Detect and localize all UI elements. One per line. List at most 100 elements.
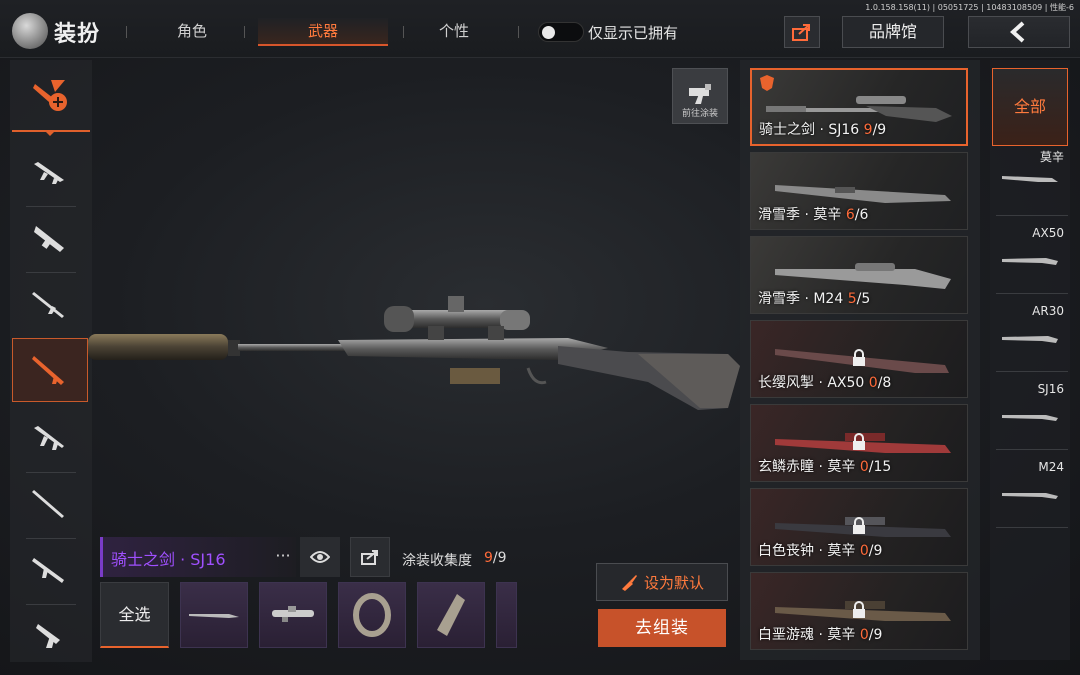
divider	[244, 26, 245, 38]
pistol-icon	[36, 624, 60, 648]
filter-item-ar30[interactable]: AR30	[996, 302, 1068, 372]
stock-part-icon	[437, 594, 465, 636]
divider	[403, 26, 404, 38]
owned-only-label: 仅显示已拥有	[588, 24, 679, 42]
go-paint-label: 前往涂装	[681, 109, 718, 119]
ax50-rifle-icon	[1002, 258, 1058, 265]
sling-part-icon	[353, 593, 391, 637]
part-slot[interactable]	[496, 582, 517, 648]
rifle-icon	[34, 426, 64, 450]
collection-count: 9/9	[484, 550, 507, 566]
sniper-rifle-icon	[32, 356, 64, 385]
filter-label: AX50	[1032, 226, 1064, 240]
filter-item-ax50[interactable]: AX50	[996, 224, 1068, 294]
sidebar-item-pistol[interactable]	[12, 604, 88, 668]
divider	[518, 26, 519, 38]
tab-weapon[interactable]: 武器	[258, 18, 388, 46]
skin-card[interactable]: 白色丧钟 · 莫辛 0/9	[750, 488, 968, 566]
shotgun-icon	[32, 292, 64, 318]
selected-skin-bar: 骑士之剑 · SJ16	[100, 537, 296, 577]
sidebar-item-rifle[interactable]	[12, 406, 88, 470]
lock-icon	[853, 349, 865, 366]
collection-label: 涂装收集度	[402, 553, 472, 569]
filter-label: AR30	[1032, 304, 1064, 318]
tab-character[interactable]: 角色	[140, 18, 244, 46]
part-slot[interactable]	[180, 582, 248, 648]
share-icon	[792, 24, 810, 41]
skin-name: 白垩游魂 · 莫辛 0/9	[758, 627, 883, 643]
weapon-preview[interactable]	[88, 290, 748, 420]
assault-rifle-icon	[34, 162, 64, 184]
skin-card[interactable]: 长缨风掣 · AX50 0/8	[750, 320, 968, 398]
lock-icon	[853, 601, 865, 618]
skin-card[interactable]: 滑雪季 · 莫辛 6/6	[750, 152, 968, 230]
divider	[126, 26, 127, 38]
filter-label: SJ16	[1037, 382, 1064, 396]
lock-icon	[853, 433, 865, 450]
skin-card[interactable]: 滑雪季 · M24 5/5	[750, 236, 968, 314]
active-caret	[44, 130, 56, 136]
skin-name: 骑士之剑 · SJ16 9/9	[759, 122, 887, 138]
brand-hall-button[interactable]: 品牌馆	[842, 16, 944, 48]
tab-personality[interactable]: 个性	[414, 18, 494, 46]
ar30-rifle-icon	[1002, 336, 1058, 343]
filter-item-sj16[interactable]: SJ16	[996, 380, 1068, 450]
marksman-rifle-icon	[32, 490, 64, 518]
weapon-category-sidebar	[10, 60, 92, 662]
set-default-button[interactable]: 设为默认	[596, 563, 728, 601]
skin-name: 玄鳞赤瞳 · 莫辛 0/15	[758, 459, 892, 475]
filter-item-mosin[interactable]: 莫辛	[996, 146, 1068, 216]
spray-paint-icon	[689, 84, 711, 104]
eye-icon	[310, 551, 330, 563]
skin-name: 白色丧钟 · 莫辛 0/9	[758, 543, 883, 559]
skin-card[interactable]: 玄鳞赤瞳 · 莫辛 0/15	[750, 404, 968, 482]
filter-all[interactable]: 全部	[992, 68, 1068, 146]
m24-rifle-icon	[1002, 493, 1058, 499]
set-default-label: 设为默认	[643, 573, 704, 592]
scope-part-icon	[272, 606, 314, 622]
skin-card[interactable]: 白垩游魂 · 莫辛 0/9	[750, 572, 968, 650]
skin-name: 滑雪季 · M24 5/5	[758, 291, 871, 307]
sidebar-item-marksman[interactable]	[12, 472, 88, 536]
more-button[interactable]: ···	[268, 545, 298, 569]
part-slot[interactable]	[338, 582, 406, 648]
filter-label: 莫辛	[1039, 150, 1064, 164]
sidebar-item-lmg[interactable]	[12, 538, 88, 602]
lmg-icon	[32, 558, 64, 583]
back-arrow-icon	[1010, 21, 1025, 43]
part-slot[interactable]	[259, 582, 327, 648]
sidebar-item-shotgun[interactable]	[12, 272, 88, 336]
filter-label: M24	[1038, 460, 1064, 474]
toggle-knob	[542, 26, 555, 39]
sidebar-item-smg[interactable]	[12, 206, 88, 270]
assemble-button[interactable]: 去组装	[598, 609, 726, 647]
sidebar-item-sniper[interactable]	[12, 338, 88, 402]
preview-button[interactable]	[300, 537, 340, 577]
skin-card[interactable]: 骑士之剑 · SJ16 9/9	[750, 68, 968, 146]
skin-paint-icon	[33, 80, 67, 111]
go-paint-button[interactable]: 前往涂装	[672, 68, 728, 124]
version-text: 1.0.158.158(11) | 05051725 | 10483108509…	[865, 3, 1074, 12]
selected-skin-title: 骑士之剑 · SJ16	[111, 550, 226, 569]
lock-icon	[853, 517, 865, 534]
select-all-button[interactable]: 全选	[100, 582, 169, 648]
paint-brush-icon	[621, 575, 637, 591]
rifle-part-icon	[189, 614, 239, 618]
share-icon	[361, 550, 378, 565]
sidebar-item-skins[interactable]	[12, 62, 90, 132]
owned-only-toggle[interactable]	[538, 22, 584, 42]
weapon-filter: 全部 莫辛 AX50 AR30 SJ16 M24	[990, 60, 1070, 660]
globe-logo-icon	[12, 13, 48, 49]
filter-item-m24[interactable]: M24	[996, 458, 1068, 528]
part-slot[interactable]	[417, 582, 485, 648]
smg-icon	[34, 226, 64, 252]
sidebar-item-assault-rifle[interactable]	[12, 140, 88, 204]
mosin-rifle-icon	[1002, 176, 1058, 182]
share-button[interactable]	[784, 16, 820, 48]
page-title: 装扮	[54, 22, 101, 47]
skin-name: 滑雪季 · 莫辛 6/6	[758, 207, 869, 223]
sj16-rifle-icon	[1002, 415, 1058, 421]
back-button[interactable]	[968, 16, 1070, 48]
skin-name: 长缨风掣 · AX50 0/8	[758, 375, 892, 391]
share-skin-button[interactable]	[350, 537, 390, 577]
